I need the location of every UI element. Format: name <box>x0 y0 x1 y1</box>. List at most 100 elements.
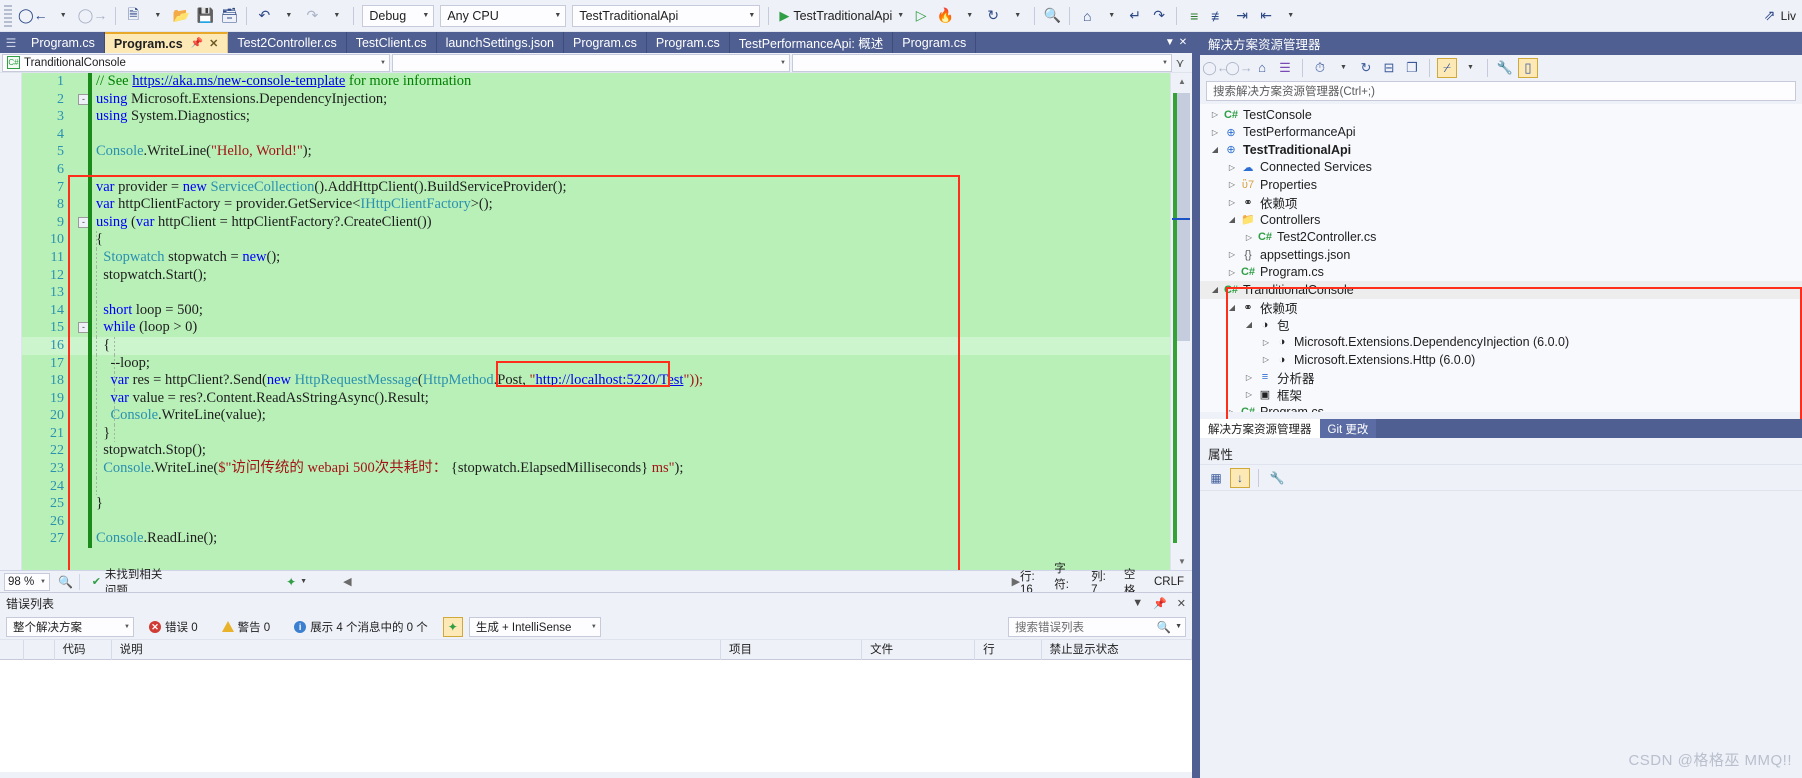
horizontal-scroll-left-icon[interactable]: ◀ <box>343 575 351 588</box>
back-dropdown-icon[interactable]: ▼ <box>52 4 74 28</box>
tree-item-testconsole[interactable]: ▷ C# TestConsole <box>1200 106 1802 124</box>
chevron-down-icon[interactable]: ◢ <box>1208 285 1222 294</box>
save-all-icon[interactable]: 🗃 <box>218 4 240 28</box>
tree-item-program-cs[interactable]: ▷C#Program.cs <box>1200 264 1802 282</box>
code-line[interactable]: 6 <box>22 160 1170 179</box>
categorized-icon[interactable]: ▦ <box>1206 468 1226 488</box>
code-line[interactable]: 24 <box>22 477 1170 496</box>
tree-item-appsettings-json[interactable]: ▷ {} appsettings.json <box>1200 246 1802 264</box>
properties-icon[interactable]: 🔧 <box>1267 468 1287 488</box>
member-dropdown[interactable]: ▼ <box>392 53 790 72</box>
tab-test2controller-cs[interactable]: Test2Controller.cs <box>228 32 347 53</box>
column-header-project[interactable]: 项目 <box>721 639 863 660</box>
forward-arrow-icon[interactable]: ◯→ <box>76 4 110 28</box>
chevron-right-icon[interactable]: ▷ <box>1242 373 1256 382</box>
error-search-input[interactable]: 搜索错误列表 🔍 ▼ <box>1008 616 1186 637</box>
column-header-severity[interactable] <box>24 639 55 660</box>
code-token[interactable]: https://aka.ms/new-console-template <box>132 73 345 89</box>
tab-git-changes[interactable]: Git 更改 <box>1319 419 1377 438</box>
code-line[interactable]: 13 <box>22 284 1170 302</box>
chevron-down-icon[interactable]: ▼ <box>897 12 904 19</box>
live-share-icon[interactable]: ⇗ <box>1759 4 1781 28</box>
tree-item--[interactable]: ◢ ◑ 包 <box>1200 316 1802 334</box>
tree-item-connected-services[interactable]: ▷ ☁ Connected Services <box>1200 159 1802 177</box>
new-item-dropdown-icon[interactable]: ▼ <box>146 4 168 28</box>
code-line[interactable]: 14 short loop = 500; <box>22 301 1170 320</box>
third-dropdown[interactable]: ▼ <box>792 53 1172 72</box>
code-line[interactable]: 21 } <box>22 424 1170 443</box>
solution-search-input[interactable]: 搜索解决方案资源管理器(Ctrl+;) <box>1206 81 1796 101</box>
tree-item-program-cs[interactable]: ▷C#Program.cs <box>1200 404 1802 412</box>
chevron-down-icon[interactable]: ▼ <box>300 578 307 585</box>
tree-item--[interactable]: ▷ ≡ 分析器 <box>1200 369 1802 387</box>
collapse-all-icon[interactable]: ⊟ <box>1379 58 1399 78</box>
code-line[interactable]: 2- using Microsoft.Extensions.DependencyI… <box>22 90 1170 109</box>
chevron-down-icon[interactable]: ◢ <box>1208 145 1222 154</box>
code-line[interactable]: 10 { <box>22 231 1170 249</box>
properties-grid[interactable] <box>1200 491 1802 774</box>
hot-reload-dropdown-icon[interactable]: ▼ <box>958 4 980 28</box>
code-line[interactable]: 26 <box>22 512 1170 531</box>
column-header-select[interactable] <box>0 639 24 660</box>
comment-selection-icon[interactable]: ≡ <box>1183 4 1205 28</box>
code-line[interactable]: 7 var provider = new ServiceCollection().… <box>22 178 1170 197</box>
search-window-icon[interactable]: 🔍 <box>1041 4 1063 28</box>
code-line[interactable]: 11 Stopwatch stopwatch = new(); <box>22 248 1170 267</box>
save-icon[interactable]: 💾 <box>194 4 216 28</box>
sync-with-document-icon[interactable]: ☰ <box>1275 58 1295 78</box>
code-line[interactable]: 23 Console.WriteLine($"访问传统的 webapi 500次… <box>22 460 1170 478</box>
show-all-files-dropdown-icon[interactable]: ▼ <box>1460 58 1480 78</box>
solution-tree[interactable]: ▷ C# TestConsole ▷ ⊕ TestPerformanceApi ◢ ⊕ Test… <box>1200 104 1802 412</box>
code-line[interactable]: 4 <box>22 125 1170 144</box>
configuration-dropdown[interactable]: Debug ▼ <box>362 4 435 27</box>
open-file-icon[interactable]: 📂 <box>170 4 192 28</box>
solution-explorer-icon[interactable]: ⌂ <box>1076 4 1098 28</box>
chevron-down-icon[interactable]: ▼ <box>1132 597 1143 610</box>
chevron-down-icon[interactable]: ◢ <box>1225 215 1239 224</box>
pin-icon[interactable]: 📌 <box>1153 597 1167 610</box>
intellicode-icon[interactable]: ✦ <box>286 575 296 589</box>
zoom-level-dropdown[interactable]: 98 % ▼ <box>4 572 50 591</box>
tab-program-cs-2[interactable]: Program.cs <box>563 32 647 53</box>
chevron-right-icon[interactable]: ▷ <box>1225 198 1239 207</box>
chevron-down-icon[interactable]: ◢ <box>1242 320 1256 329</box>
tree-item--[interactable]: ▷ ▣ 框架 <box>1200 386 1802 404</box>
tab-launchsettings-json[interactable]: launchSettings.json <box>436 32 564 53</box>
preview-icon[interactable]: ▯ <box>1518 57 1538 78</box>
tab-close-icon[interactable]: ✕ <box>1179 37 1187 48</box>
chevron-right-icon[interactable]: ▷ <box>1225 268 1239 277</box>
messages-filter-button[interactable]: i 展示 4 个消息中的 0 个 <box>285 617 437 637</box>
platform-dropdown[interactable]: Any CPU ▼ <box>440 4 567 27</box>
tab-solution-explorer[interactable]: 解决方案资源管理器 <box>1200 419 1320 438</box>
tab-testclient-cs[interactable]: TestClient.cs <box>346 32 437 53</box>
chevron-right-icon[interactable]: ▷ <box>1225 163 1239 172</box>
chevron-down-icon[interactable]: ▼ <box>1175 623 1182 630</box>
start-debugging-button[interactable]: ▶ TestTraditionalApi ▼ <box>775 4 908 28</box>
step-over-icon[interactable]: ↷ <box>1148 4 1170 28</box>
toolbar-grip[interactable] <box>4 4 12 27</box>
column-header-description[interactable]: 说明 <box>112 639 722 660</box>
column-header-code[interactable]: 代码 <box>55 639 112 660</box>
chevron-right-icon[interactable]: ▷ <box>1208 110 1222 119</box>
editor-vertical-scrollbar[interactable]: ▲ ▼ <box>1170 73 1192 570</box>
chevron-down-icon[interactable]: ◢ <box>1225 303 1239 312</box>
code-line[interactable]: 20 Console.WriteLine(value); <box>22 407 1170 425</box>
column-header-line[interactable]: 行 <box>975 639 1042 660</box>
chevron-right-icon[interactable]: ▷ <box>1259 355 1273 364</box>
chevron-right-icon[interactable]: ▷ <box>1259 338 1273 347</box>
code-line[interactable]: 25} <box>22 495 1170 513</box>
tree-item-controllers[interactable]: ◢ 📁 Controllers <box>1200 211 1802 229</box>
code-line[interactable]: 22 stopwatch.Stop(); <box>22 442 1170 461</box>
type-dropdown[interactable]: C# TranditionalConsole ▼ <box>2 53 390 72</box>
back-arrow-icon[interactable]: ◯← <box>16 4 50 28</box>
refresh-dropdown-icon[interactable]: ▼ <box>1006 4 1028 28</box>
code-line[interactable]: 8 var httpClientFactory = provider.GetSer… <box>22 196 1170 214</box>
chevron-right-icon[interactable]: ▷ <box>1225 250 1239 259</box>
split-editor-icon[interactable]: ⋎ <box>1172 56 1188 70</box>
toggle-code-analysis-button[interactable]: ✦ <box>442 616 463 637</box>
editor-text-area[interactable]: 1 // See https://aka.ms/new-console-templ… <box>22 73 1170 570</box>
code-editor[interactable]: 1 // See https://aka.ms/new-console-templ… <box>0 73 1192 570</box>
column-header-suppression[interactable]: 禁止显示状态 <box>1042 639 1193 660</box>
startup-project-dropdown[interactable]: TestTraditionalApi ▼ <box>572 4 761 27</box>
errors-filter-button[interactable]: ✕ 错误 0 <box>140 617 207 637</box>
